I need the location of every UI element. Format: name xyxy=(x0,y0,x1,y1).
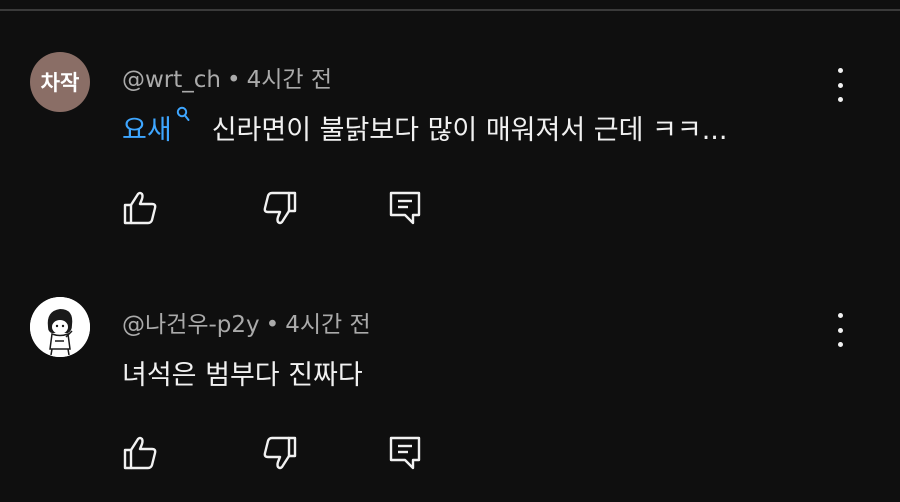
mention-link[interactable]: 요새 xyxy=(122,106,190,146)
reply-icon xyxy=(389,436,421,470)
comment-body-text: 신라면이 불닭보다 많이 매워져서 근데 ㅋㅋ... xyxy=(211,115,728,146)
avatar[interactable] xyxy=(30,297,90,357)
dislike-button[interactable] xyxy=(258,188,302,228)
comment-text: 녀석은 범부다 진짜다 xyxy=(122,353,363,392)
comment-text: 요새 신라면이 불닭보다 많이 매워져서 근데 ㅋㅋ... xyxy=(122,106,728,147)
mention-label: 요새 xyxy=(122,115,172,146)
reply-icon xyxy=(389,191,421,225)
author-handle[interactable]: @나건우-p2y xyxy=(122,312,260,338)
thumbs-down-icon xyxy=(263,436,297,470)
meta-separator: • xyxy=(227,67,241,93)
dislike-button[interactable] xyxy=(258,433,302,473)
reply-button[interactable] xyxy=(383,188,427,228)
more-options-icon[interactable] xyxy=(828,313,852,347)
like-button[interactable] xyxy=(118,433,162,473)
author-handle[interactable]: @wrt_ch xyxy=(122,67,221,93)
anime-avatar-icon xyxy=(30,297,90,357)
search-icon xyxy=(176,106,190,126)
top-divider xyxy=(0,0,900,11)
comment-time: 4시간 전 xyxy=(246,67,333,93)
comment-time: 4시간 전 xyxy=(285,312,371,338)
thumbs-up-icon xyxy=(123,436,157,470)
thumbs-up-icon xyxy=(123,191,157,225)
like-button[interactable] xyxy=(118,188,162,228)
reply-button[interactable] xyxy=(383,433,427,473)
comment-meta: @나건우-p2y • 4시간 전 xyxy=(122,305,371,339)
avatar[interactable]: 차작 xyxy=(30,52,90,112)
comment-body-text: 녀석은 범부다 진짜다 xyxy=(122,360,363,391)
comment-meta: @wrt_ch • 4시간 전 xyxy=(122,60,332,94)
more-options-icon[interactable] xyxy=(828,68,852,102)
meta-separator: • xyxy=(265,312,280,338)
thumbs-down-icon xyxy=(263,191,297,225)
